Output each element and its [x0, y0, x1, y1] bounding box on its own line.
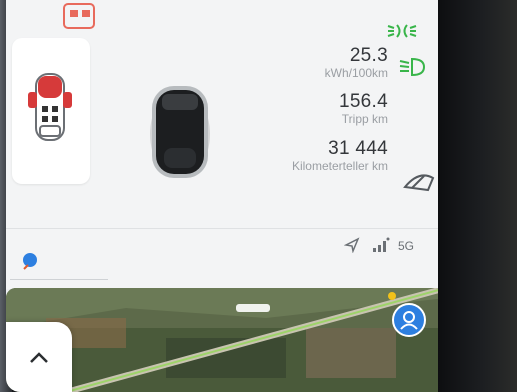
- consumption-value: 25.3: [349, 45, 388, 66]
- divider-line: [10, 279, 108, 280]
- low-beam-icon: [399, 57, 426, 77]
- expand-panel-button[interactable]: [6, 322, 72, 392]
- display-screen: 25.3 kWh/100km 156.4 Tripp km 31 444 Kil…: [6, 0, 446, 392]
- odometer-stat: 31 444 Kilometerteller km: [291, 138, 388, 174]
- trip-stat: 156.4 Tripp km: [338, 91, 388, 127]
- consumption-stat: 25.3 kWh/100km: [324, 45, 388, 81]
- profile-icon: [400, 311, 418, 330]
- map-view[interactable]: [6, 288, 446, 392]
- quick-status-bar: 5G: [6, 228, 446, 289]
- door-status-icon: [28, 73, 72, 141]
- consumption-unit: kWh/100km: [324, 66, 388, 80]
- door-status-tile[interactable]: [12, 38, 90, 184]
- trip-label: Tripp km: [341, 112, 388, 126]
- dashboard-background: [438, 0, 517, 392]
- profile-button[interactable]: [392, 303, 426, 337]
- wiper-icon[interactable]: [402, 168, 436, 192]
- signal-icon: [373, 237, 390, 252]
- satellite-map: [6, 288, 446, 392]
- odometer-label: Kilometerteller km: [291, 159, 388, 173]
- bluetooth-icon[interactable]: [18, 249, 42, 273]
- trip-value: 156.4: [338, 91, 388, 112]
- vehicle-top-icon[interactable]: [60, 2, 104, 32]
- car-model: [150, 86, 210, 178]
- parking-lights-icon: [387, 24, 417, 38]
- network-label: 5G: [398, 239, 415, 253]
- vehicle-status-card: 25.3 kWh/100km 156.4 Tripp km 31 444 Kil…: [6, 0, 446, 228]
- location-arrow-icon: [344, 237, 360, 253]
- odometer-value: 31 444: [328, 138, 388, 159]
- chevron-up-icon: [30, 352, 48, 363]
